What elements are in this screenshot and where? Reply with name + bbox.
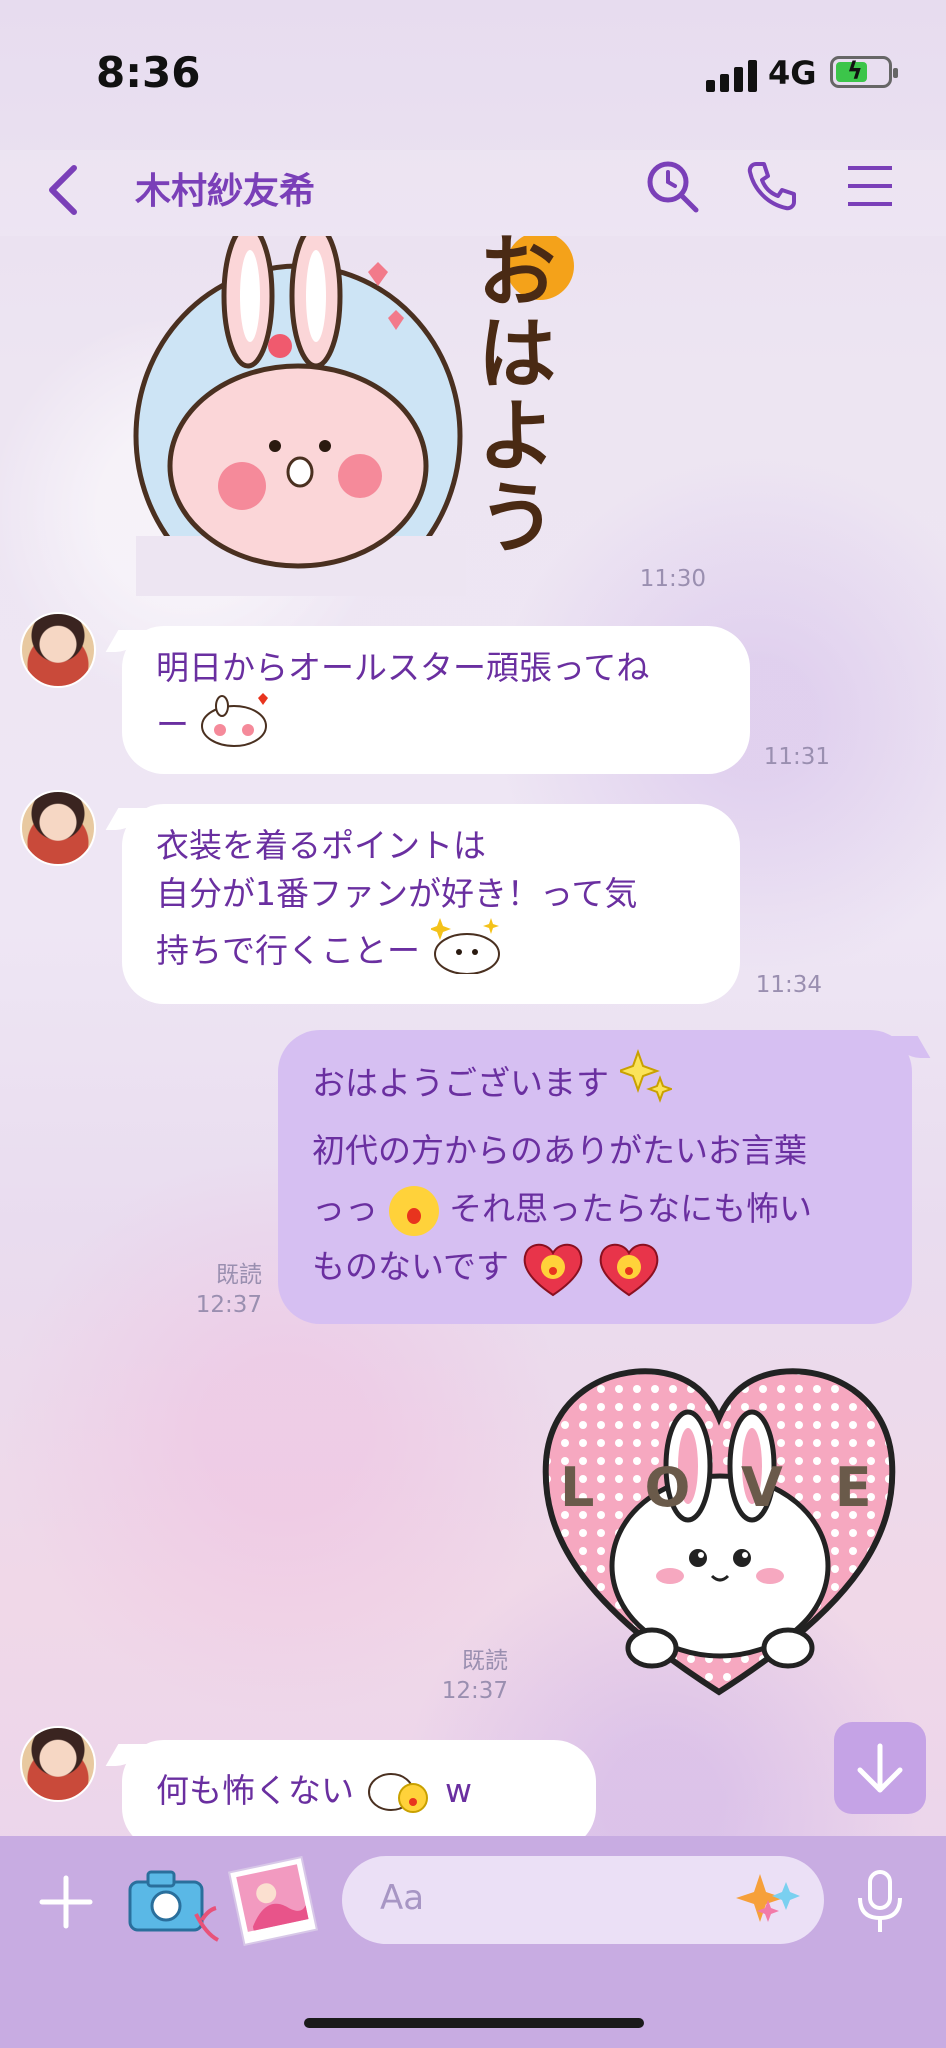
signal-icon <box>706 58 758 92</box>
message-bubble[interactable]: 明日からオールスター頑張ってね ー <box>122 626 750 774</box>
message-text-line: おはようございます <box>312 1063 609 1103</box>
message-text-line: 衣装を着るポイントは <box>156 826 486 865</box>
microphone-icon[interactable] <box>852 1868 908 1938</box>
home-indicator <box>304 2018 644 2028</box>
arrow-down-icon <box>857 1743 903 1793</box>
search-icon[interactable] <box>644 158 700 214</box>
message-text-line: 何も怖くない <box>156 1771 354 1810</box>
chat-title[interactable]: 木村紗友希 <box>135 162 315 214</box>
message-text-line: 持ちで行くことー <box>156 931 420 970</box>
back-chevron-icon[interactable] <box>40 160 90 220</box>
heart-chick-emoji-icon <box>596 1239 662 1299</box>
message-timestamp: 11:30 <box>639 566 706 592</box>
input-bar: Aa <box>0 1836 946 2048</box>
read-receipt: 既読 <box>216 1262 262 1288</box>
message-input[interactable]: Aa <box>342 1856 824 1944</box>
avatar[interactable] <box>20 1726 96 1802</box>
heart-chick-emoji-icon <box>520 1239 586 1299</box>
emoji-effect-icon[interactable] <box>736 1870 806 1930</box>
sally-chick-emoji-icon <box>388 1185 439 1236</box>
sticker-love[interactable]: LOVE <box>538 1362 900 1698</box>
cat-chick-emoji-icon <box>365 1758 435 1827</box>
message-timestamp: 11:34 <box>755 972 822 998</box>
message-text-line: それ思ったらなにも怖い <box>449 1189 812 1228</box>
sticker-caption: LOVE <box>560 1456 924 1519</box>
network-type: 4G <box>768 54 817 92</box>
message-bubble[interactable]: 何も怖くない w <box>122 1740 596 1850</box>
message-bubble[interactable]: 衣装を着るポイントは 自分が1番ファンが好き！って気 持ちで行くことー <box>122 804 740 1004</box>
sticker-caption: おはよう <box>478 228 557 564</box>
message-timestamp: 12:37 <box>195 1292 262 1318</box>
message-text-line: 初代の方からのありがたいお言葉 <box>312 1131 807 1170</box>
sticker-ohayou[interactable]: おはよう <box>130 223 600 609</box>
phone-icon[interactable] <box>744 158 800 214</box>
message-text-line: 自分が1番ファンが好き！って気 <box>156 874 638 913</box>
my-message-bubble[interactable]: おはようございます 初代の方からのありがたいお言葉 っっ それ思ったらなにも怖い… <box>278 1030 912 1324</box>
input-placeholder: Aa <box>380 1878 425 1918</box>
message-text-line: っっ <box>312 1189 378 1228</box>
message-text-line: ものないです <box>312 1247 510 1286</box>
message-timestamp: 12:37 <box>441 1678 508 1704</box>
plus-icon[interactable] <box>36 1872 96 1932</box>
avatar[interactable] <box>20 790 96 866</box>
photo-icon[interactable] <box>228 1856 318 1946</box>
message-text-line: ー <box>156 705 189 744</box>
status-time: 8:36 <box>96 48 201 97</box>
message-text-line: w <box>445 1771 472 1810</box>
sparkle-bunny-emoji-icon <box>428 918 503 987</box>
battery-icon: ϟ <box>830 56 898 88</box>
message-timestamp: 11:31 <box>763 744 830 770</box>
camera-icon[interactable] <box>126 1864 222 1944</box>
chat-header: 木村紗友希 <box>0 150 946 236</box>
menu-icon[interactable] <box>842 158 898 214</box>
status-bar: 8:36 4G ϟ <box>0 0 946 150</box>
sparkles-icon <box>615 1048 674 1122</box>
bunny-heart-emoji-icon <box>200 692 272 761</box>
scroll-to-bottom-button[interactable] <box>834 1722 926 1814</box>
read-receipt: 既読 <box>462 1648 508 1674</box>
avatar[interactable] <box>20 612 96 688</box>
message-text-line: 明日からオールスター頑張ってね <box>156 648 650 687</box>
